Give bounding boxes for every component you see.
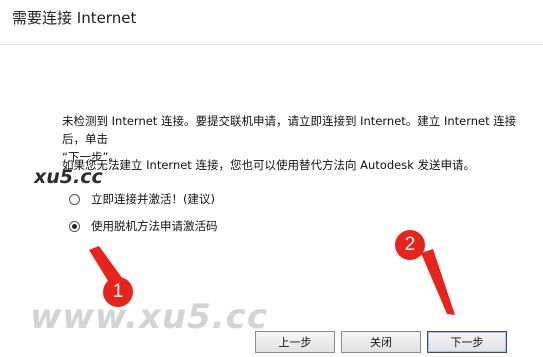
back-button[interactable]: 上一步	[255, 331, 335, 353]
close-button[interactable]: 关闭	[341, 331, 421, 353]
next-button[interactable]: 下一步	[427, 331, 507, 353]
callout-2: 2	[395, 230, 425, 260]
arrow-2	[421, 249, 455, 315]
watermark-large: www.xu5.cc	[30, 297, 268, 337]
